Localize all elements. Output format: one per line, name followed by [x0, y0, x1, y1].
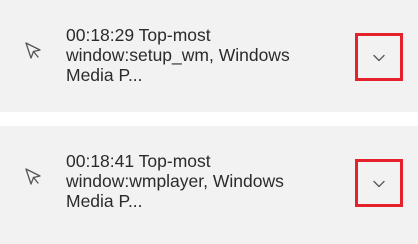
chevron-down-icon: [373, 54, 385, 62]
event-description: 00:18:41 Top-most window:wmplayer, Windo…: [66, 151, 336, 211]
event-list-item[interactable]: 00:18:41 Top-most window:wmplayer, Windo…: [0, 126, 418, 244]
mouse-pointer-icon: [24, 41, 42, 61]
event-list-item[interactable]: 00:18:29 Top-most window:setup_wm, Windo…: [0, 0, 418, 112]
event-description: 00:18:29 Top-most window:setup_wm, Windo…: [66, 25, 336, 85]
event-text-line: 00:18:41 Top-most: [66, 151, 211, 171]
event-text-line: window:wmplayer, Windows: [66, 171, 284, 191]
mouse-pointer-icon: [24, 167, 42, 187]
expand-button[interactable]: [355, 159, 403, 207]
event-text-line: 00:18:29 Top-most: [66, 25, 211, 45]
event-text-line: Media P...: [66, 191, 143, 211]
event-text-line: window:setup_wm, Windows: [66, 45, 290, 65]
chevron-down-icon: [373, 180, 385, 188]
event-text-line: Media P...: [66, 65, 143, 85]
expand-button[interactable]: [355, 33, 403, 81]
